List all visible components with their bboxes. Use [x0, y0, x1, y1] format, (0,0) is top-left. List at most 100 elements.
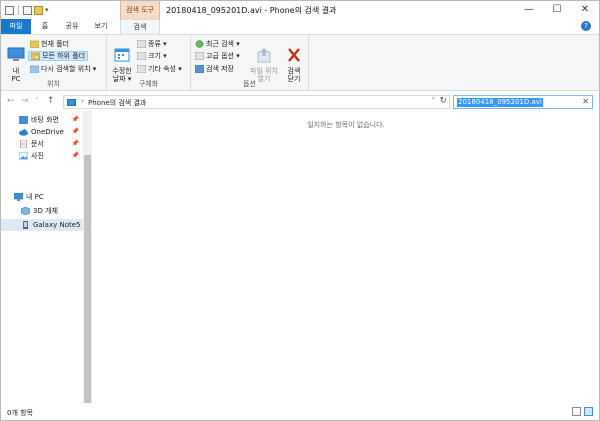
nav-item-label: 내 PC: [26, 193, 44, 201]
tab-share[interactable]: 공유: [59, 19, 85, 34]
window-title: 20180418_095201D.avi - Phone의 검색 결과: [166, 6, 337, 15]
explorer-window: ▾ 검색 도구 20180418_095201D.avi - Phone의 검색…: [0, 0, 600, 421]
nav-item-label: 사진: [31, 152, 44, 160]
address-bar[interactable]: › Phone의 검색 결과 ˅ ↻: [63, 95, 450, 109]
picture-icon: [19, 152, 28, 160]
all-subfolders-button[interactable]: 모든 하위 폴더: [28, 51, 89, 61]
other-properties-button[interactable]: 기타 속성 ▾: [137, 64, 182, 74]
save-search-label: 검색 저장: [206, 65, 234, 73]
size-label: 크기 ▾: [148, 52, 167, 60]
save-icon: [195, 65, 204, 73]
search-again-button[interactable]: 다시 검색할 위치 ▾: [30, 64, 96, 74]
qat-dropdown[interactable]: ▾: [45, 6, 49, 14]
recent-searches-label: 최근 검색 ▾: [206, 40, 240, 48]
nav-item-this-pc[interactable]: 내 PC: [1, 191, 83, 203]
nav-item-label: 문서: [31, 140, 44, 148]
open-location-icon: [257, 48, 271, 63]
all-subfolders-label: 모든 하위 폴더: [42, 52, 86, 60]
pin-icon[interactable]: 📌: [72, 128, 79, 135]
options-group: 최근 검색 ▾ 고급 옵션 ▾ 검색 저장 파일 위치 열기 검색 닫기 옵션: [191, 35, 309, 91]
other-properties-label: 기타 속성 ▾: [148, 65, 182, 73]
kind-label: 종류 ▾: [148, 40, 167, 48]
desktop-icon: [19, 116, 28, 124]
location-group-label: 위치: [47, 80, 60, 88]
minimize-button[interactable]: —: [515, 1, 543, 19]
nav-item-label: Galaxy Note5: [33, 221, 81, 229]
close-search-icon: [288, 48, 300, 62]
status-bar: 0개 항목: [1, 404, 599, 420]
results-pane[interactable]: 일치하는 항목이 없습니다.: [93, 111, 599, 403]
search-again-label: 다시 검색할 위치 ▾: [41, 65, 97, 73]
location-group: 내 PC 현재 폴더 모든 하위 폴더 다시 검색할 위치 ▾ 위치: [1, 35, 107, 91]
qat-separator: [18, 5, 19, 15]
clear-search-icon[interactable]: ✕: [582, 97, 589, 106]
search-again-icon: [30, 65, 39, 73]
pin-icon[interactable]: 📌: [72, 116, 79, 123]
refine-group: 수정한 날짜 ▾ 종류 ▾ 크기 ▾ 기타 속성 ▾ 구체화: [107, 35, 191, 91]
nav-item-label: OneDrive: [31, 128, 64, 136]
open-file-location-button[interactable]: 파일 위치 열기: [249, 39, 279, 83]
ribbon: 내 PC 현재 폴더 모든 하위 폴더 다시 검색할 위치 ▾ 위치 수정한 날…: [1, 34, 599, 91]
recent-locations-dropdown[interactable]: ˅: [35, 97, 39, 105]
new-folder-icon[interactable]: [34, 5, 43, 15]
empty-results-message: 일치하는 항목이 없습니다.: [307, 121, 385, 129]
nav-item-label: 바탕 화면: [31, 116, 59, 124]
view-switcher: [572, 407, 593, 416]
file-icon[interactable]: [23, 5, 32, 15]
back-button[interactable]: ←: [7, 96, 15, 106]
nav-item-label: 3D 개체: [33, 207, 58, 215]
search-results-icon: [67, 99, 76, 106]
nav-item-desktop[interactable]: 바탕 화면 📌: [1, 114, 83, 126]
date-modified-button[interactable]: 수정한 날짜 ▾: [109, 39, 135, 83]
subfolders-icon: [31, 52, 40, 60]
forward-button[interactable]: →: [21, 96, 29, 106]
tab-search[interactable]: 검색: [120, 19, 160, 35]
options-group-label: 옵션: [243, 80, 256, 88]
close-button[interactable]: ✕: [571, 1, 599, 19]
pin-icon[interactable]: 📌: [72, 152, 79, 159]
search-box[interactable]: 20180418_095201D.avi ✕: [453, 95, 593, 109]
breadcrumb-chevron[interactable]: ›: [81, 97, 84, 105]
refine-group-label: 구체화: [138, 80, 159, 88]
computer-icon: [14, 193, 23, 201]
size-icon: [137, 52, 146, 60]
search-input[interactable]: 20180418_095201D.avi: [457, 98, 543, 107]
breadcrumb-path[interactable]: Phone의 검색 결과: [88, 98, 146, 108]
my-pc-button[interactable]: 내 PC: [5, 39, 27, 83]
refresh-button[interactable]: ↻: [439, 96, 447, 106]
properties-icon[interactable]: [5, 5, 14, 15]
cube-icon: [21, 207, 30, 215]
save-search-button[interactable]: 검색 저장: [195, 64, 234, 74]
details-view-icon[interactable]: [572, 407, 581, 416]
advanced-options-icon: [195, 52, 204, 60]
help-icon[interactable]: ?: [581, 21, 591, 31]
navigation-scrollbar[interactable]: [83, 111, 92, 403]
address-dropdown[interactable]: ˅: [432, 97, 436, 105]
tab-view[interactable]: 보기: [87, 19, 115, 34]
nav-item-galaxy-note5[interactable]: Galaxy Note5: [1, 219, 83, 231]
advanced-options-button[interactable]: 고급 옵션 ▾: [195, 51, 240, 61]
tab-file[interactable]: 파일: [1, 19, 31, 34]
cloud-icon: [19, 129, 28, 136]
current-folder-label: 현재 폴더: [41, 40, 69, 48]
nav-item-documents[interactable]: 문서 📌: [1, 138, 83, 150]
recent-searches-icon: [195, 40, 204, 48]
advanced-options-label: 고급 옵션 ▾: [206, 52, 240, 60]
navigation-bar: ← → ˅ ↑ › Phone의 검색 결과 ˅ ↻ 20180418_0952…: [1, 93, 599, 111]
nav-item-onedrive[interactable]: OneDrive 📌: [1, 126, 83, 138]
nav-item-pictures[interactable]: 사진 📌: [1, 150, 83, 162]
tab-home[interactable]: 홈: [33, 19, 57, 34]
maximize-button[interactable]: ☐: [543, 1, 571, 19]
large-icons-view-icon[interactable]: [584, 407, 593, 416]
folder-icon: [30, 40, 39, 48]
kind-button[interactable]: 종류 ▾: [137, 39, 167, 49]
scrollbar-thumb[interactable]: [84, 155, 91, 403]
recent-searches-button[interactable]: 최근 검색 ▾: [195, 39, 240, 49]
close-search-button[interactable]: 검색 닫기: [283, 39, 305, 83]
pin-icon[interactable]: 📌: [72, 140, 79, 147]
up-button[interactable]: ↑: [47, 96, 55, 106]
size-button[interactable]: 크기 ▾: [137, 51, 167, 61]
kind-icon: [137, 40, 146, 48]
current-folder-button[interactable]: 현재 폴더: [30, 39, 69, 49]
nav-item-3d-objects[interactable]: 3D 개체: [1, 205, 83, 217]
